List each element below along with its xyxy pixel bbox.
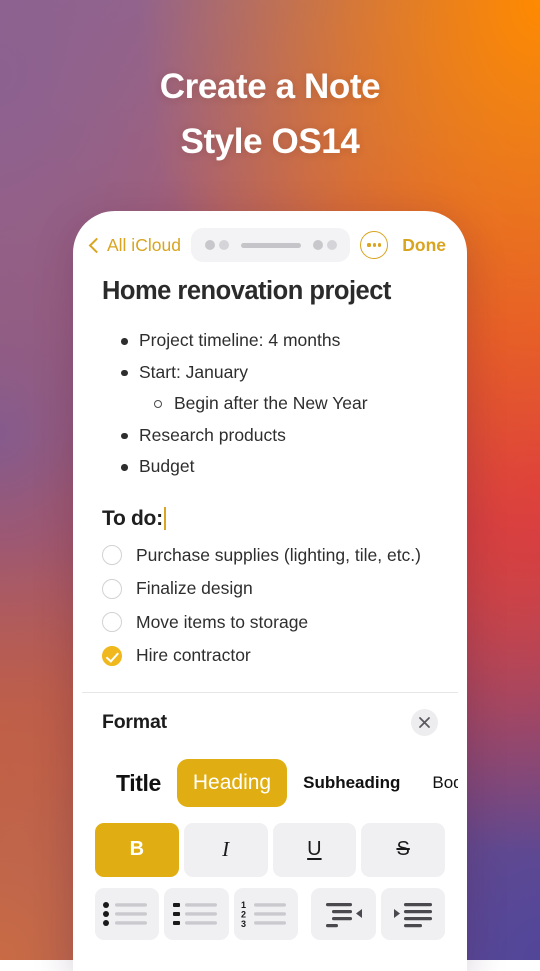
- phone-screen: All iCloud Done Home renovation project …: [82, 220, 458, 970]
- dot-icon: [372, 243, 376, 247]
- note-title: Home renovation project: [102, 277, 391, 305]
- underline-button[interactable]: U: [272, 822, 357, 877]
- strikethrough-button[interactable]: S: [361, 822, 445, 877]
- phone-mockup: All iCloud Done Home renovation project …: [73, 211, 467, 971]
- navigation-bar: All iCloud Done: [82, 220, 458, 270]
- svg-text:1: 1: [241, 900, 246, 910]
- style-subheading-button[interactable]: Subheading: [287, 761, 416, 805]
- list-format-row: 1 2 3: [82, 877, 458, 940]
- window-drag-handle[interactable]: [190, 228, 351, 262]
- todo-heading-text: To do:: [102, 506, 163, 530]
- dot-icon: [326, 240, 337, 250]
- checklist-item-label: Finalize design: [136, 578, 253, 599]
- list-item: Start: January: [102, 360, 438, 386]
- drag-handle-bar[interactable]: [240, 242, 301, 248]
- promo-headline: Create a Note Style OS14: [0, 59, 540, 169]
- outdent-icon: [326, 902, 363, 927]
- todo-heading: To do:: [102, 507, 438, 531]
- checklist-item-label: Purchase supplies (lighting, tile, etc.): [136, 544, 421, 565]
- note-body: Home renovation project Project timeline…: [82, 270, 458, 673]
- bullet-list: Project timeline: 4 months Start: Januar…: [102, 328, 438, 480]
- dashed-list-button[interactable]: [164, 887, 229, 940]
- bold-button[interactable]: B: [95, 822, 179, 877]
- list-item: Budget: [102, 454, 438, 480]
- dot-icon: [367, 243, 371, 247]
- done-button[interactable]: Done: [394, 235, 446, 256]
- italic-button[interactable]: I: [183, 822, 268, 877]
- headline-line-1: Create a Note: [159, 67, 381, 106]
- close-icon[interactable]: [411, 708, 438, 736]
- checklist-item[interactable]: Purchase supplies (lighting, tile, etc.): [102, 539, 438, 573]
- dot-icon: [204, 240, 215, 250]
- left-dots: [204, 240, 229, 250]
- dashed-list-icon: [172, 902, 217, 925]
- text-style-row: B I U S: [82, 809, 458, 877]
- format-panel-title: Format: [102, 710, 167, 733]
- right-dots: [312, 240, 337, 250]
- dot-icon: [218, 240, 229, 250]
- chevron-left-icon: [88, 237, 105, 253]
- bulleted-list-icon: [103, 901, 148, 926]
- dot-icon: [312, 240, 323, 250]
- list-item: Research products: [102, 423, 438, 449]
- style-body-button[interactable]: Bod: [416, 761, 458, 805]
- checkbox[interactable]: [102, 578, 122, 599]
- paragraph-style-row: Title Heading Subheading Bod: [82, 758, 458, 809]
- back-button-label: All iCloud: [107, 234, 181, 255]
- ellipsis-circle-icon[interactable]: [360, 231, 389, 259]
- outdent-button[interactable]: [311, 887, 376, 940]
- checklist-item[interactable]: Finalize design: [102, 572, 438, 606]
- format-panel-header: Format: [82, 708, 458, 736]
- dot-icon: [377, 243, 382, 247]
- checklist-item-label: Hire contractor: [136, 645, 251, 666]
- checklist-item[interactable]: Move items to storage: [102, 606, 438, 640]
- numbered-list-icon: 1 2 3: [241, 900, 287, 928]
- back-all-icloud-button[interactable]: All iCloud: [88, 235, 181, 256]
- svg-text:2: 2: [241, 909, 246, 919]
- bulleted-list-button[interactable]: [95, 887, 160, 940]
- text-cursor: [163, 507, 167, 530]
- checklist-item[interactable]: Hire contractor: [102, 639, 438, 673]
- headline-line-2: Style OS14: [180, 122, 360, 161]
- numbered-list-button[interactable]: 1 2 3: [233, 887, 299, 940]
- checkbox[interactable]: [102, 545, 122, 566]
- checklist-item-label: Move items to storage: [136, 611, 309, 632]
- indent-button[interactable]: [380, 887, 446, 940]
- style-heading-button[interactable]: Heading: [176, 759, 288, 807]
- indent-icon: [393, 902, 432, 927]
- checkbox[interactable]: [102, 612, 122, 633]
- list-item: Project timeline: 4 months: [102, 328, 438, 354]
- svg-text:3: 3: [241, 919, 246, 928]
- format-panel: Format Title Heading Subheading Bod B I …: [82, 691, 458, 940]
- style-title-button[interactable]: Title: [100, 758, 177, 809]
- checkbox-checked[interactable]: [102, 645, 122, 666]
- list-item: Begin after the New Year: [102, 391, 438, 417]
